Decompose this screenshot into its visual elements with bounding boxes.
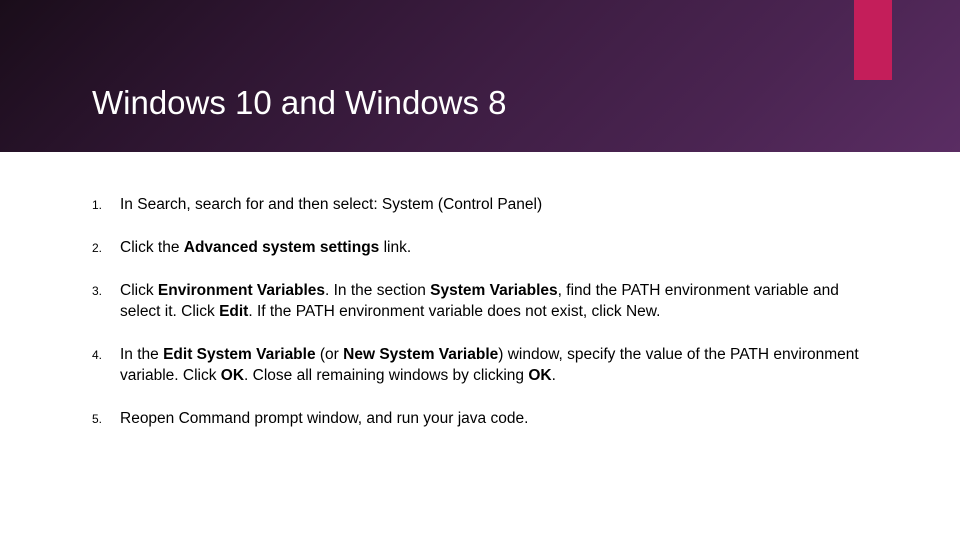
list-text: In Search, search for and then select: S… (120, 195, 872, 216)
list-number: 4. (92, 345, 120, 387)
list-number: 1. (92, 195, 120, 216)
header-background: Windows 10 and Windows 8 (0, 0, 960, 152)
list-item: 4.In the Edit System Variable (or New Sy… (92, 345, 872, 387)
list-item: 1.In Search, search for and then select:… (92, 195, 872, 216)
page-title: Windows 10 and Windows 8 (92, 84, 507, 122)
list-text: In the Edit System Variable (or New Syst… (120, 345, 872, 387)
list-text: Reopen Command prompt window, and run yo… (120, 409, 872, 430)
list-number: 5. (92, 409, 120, 430)
content-list: 1.In Search, search for and then select:… (92, 195, 872, 451)
list-item: 2.Click the Advanced system settings lin… (92, 238, 872, 259)
list-text: Click Environment Variables. In the sect… (120, 281, 872, 323)
list-number: 3. (92, 281, 120, 323)
accent-box (854, 0, 892, 80)
list-text: Click the Advanced system settings link. (120, 238, 872, 259)
list-item: 5.Reopen Command prompt window, and run … (92, 409, 872, 430)
list-number: 2. (92, 238, 120, 259)
list-item: 3.Click Environment Variables. In the se… (92, 281, 872, 323)
